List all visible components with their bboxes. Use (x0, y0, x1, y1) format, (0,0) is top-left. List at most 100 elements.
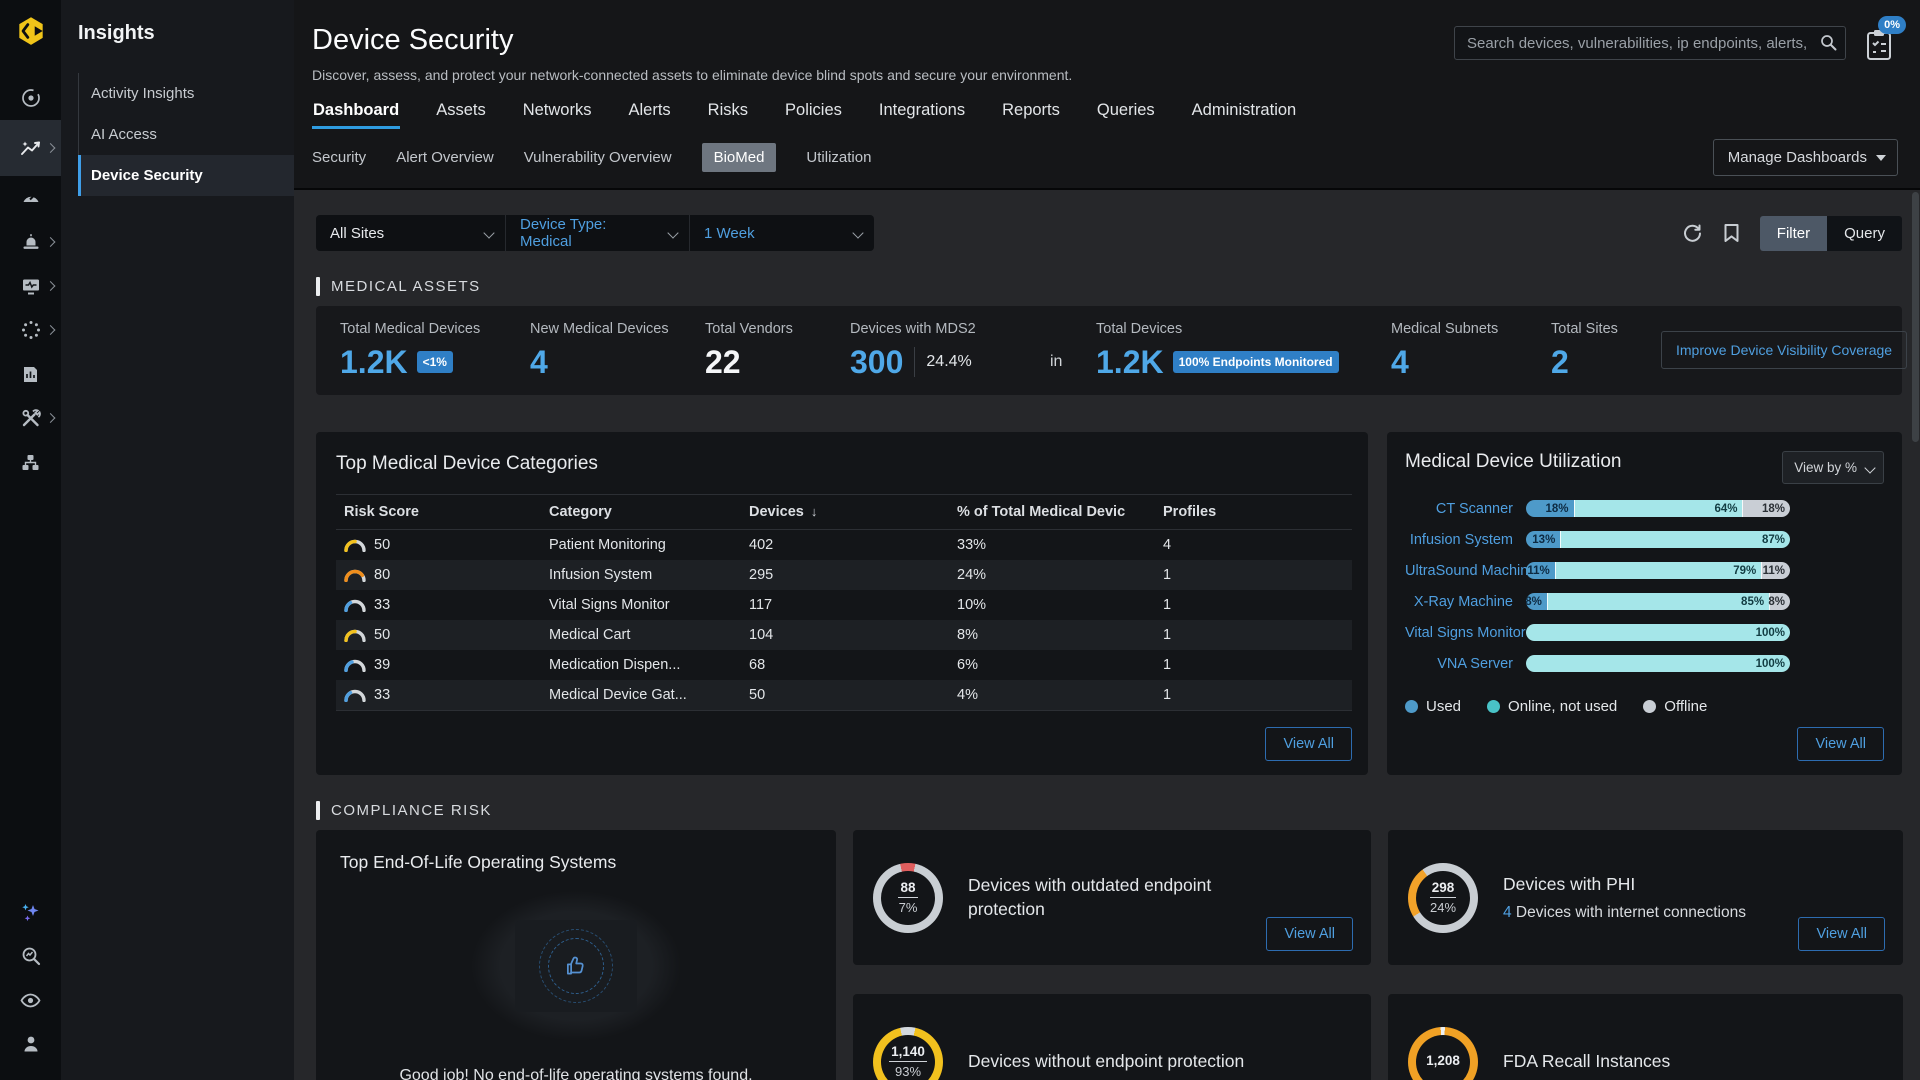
rail-eye-icon[interactable] (0, 978, 61, 1022)
col-profiles[interactable]: Profiles (1155, 495, 1352, 530)
search-input[interactable] (1454, 26, 1846, 60)
tab-risks[interactable]: Risks (707, 101, 749, 129)
col-devices-sorted[interactable]: Devices (741, 495, 949, 530)
subtab-utilization[interactable]: Utilization (806, 149, 871, 166)
risk-gauge-icon (344, 539, 366, 552)
filter-toggle-button[interactable]: Filter (1760, 216, 1827, 251)
rail-insights-icon[interactable] (0, 120, 61, 176)
site-filter-dropdown[interactable]: All Sites (316, 215, 506, 251)
legend-dot-used (1405, 700, 1418, 713)
time-range-dropdown[interactable]: 1 Week (690, 215, 874, 251)
bookmark-button[interactable] (1723, 223, 1740, 243)
medical-assets-section-header: MEDICAL ASSETS (316, 277, 1902, 296)
categories-table: Risk Score Category Devices % of Total M… (336, 494, 1352, 711)
col-risk-score[interactable]: Risk Score (336, 495, 541, 530)
stacked-bar: 11%79%11% (1526, 562, 1790, 579)
utilization-category-ct-scanner[interactable]: CT Scanner (1405, 501, 1526, 517)
devices-with-phi-card: 29824% Devices with PHI 4 Devices with i… (1388, 830, 1903, 965)
filter-row: All Sites Device Type: Medical 1 Week Fi… (316, 215, 1902, 251)
rail-search-trend-icon[interactable] (0, 934, 61, 978)
tab-assets[interactable]: Assets (435, 101, 487, 129)
rail-scope-icon[interactable] (0, 76, 61, 120)
refresh-button[interactable] (1682, 223, 1703, 244)
outdated-endpoint-view-all-button[interactable]: View All (1266, 917, 1353, 951)
rail-tools-icon[interactable] (0, 396, 61, 440)
bookmark-icon (1723, 223, 1740, 243)
card-title: FDA Recall Instances (1503, 1050, 1670, 1074)
category-link[interactable]: Infusion System (541, 560, 741, 590)
section-title: COMPLIANCE RISK (331, 802, 492, 819)
utilization-view-all-button[interactable]: View All (1797, 727, 1884, 761)
sidebar-item-ai-access[interactable]: AI Access (79, 114, 294, 155)
improve-visibility-button[interactable]: Improve Device Visibility Coverage (1661, 331, 1907, 369)
subtab-biomed[interactable]: BioMed (702, 143, 777, 172)
internet-connections-subtitle: 4 Devices with internet connections (1503, 904, 1746, 922)
top-medical-device-categories-card: Top Medical Device Categories Risk Score… (316, 432, 1368, 775)
utilization-legend: Used Online, not used Offline (1405, 698, 1884, 715)
tab-integrations[interactable]: Integrations (878, 101, 966, 129)
scrollbar-thumb[interactable] (1912, 192, 1919, 442)
medical-device-utilization-card: Medical Device Utilization View by % CT … (1387, 432, 1902, 775)
rail-report-icon[interactable] (0, 352, 61, 396)
subtab-security[interactable]: Security (312, 149, 366, 166)
legend-used: Used (1405, 698, 1461, 715)
category-link[interactable]: Vital Signs Monitor (541, 590, 741, 620)
category-link[interactable]: Medical Device Gat... (541, 680, 741, 711)
tab-policies[interactable]: Policies (784, 101, 843, 129)
categories-card-title: Top Medical Device Categories (336, 453, 1352, 475)
col-category[interactable]: Category (541, 495, 741, 530)
sidebar-item-activity-insights[interactable]: Activity Insights (79, 73, 294, 114)
eol-empty-state-message: Good job! No end-of-life operating syste… (340, 1067, 812, 1080)
category-link[interactable]: Medical Cart (541, 620, 741, 650)
tab-alerts[interactable]: Alerts (627, 101, 671, 129)
categories-view-all-button[interactable]: View All (1265, 727, 1352, 761)
utilization-category-ultrasound-machine[interactable]: UltraSound Machine (1405, 563, 1526, 579)
risk-gauge-icon (344, 689, 366, 702)
coverage-checklist-button[interactable]: 0% (1864, 28, 1894, 67)
stacked-bar: 100% (1526, 624, 1790, 641)
icon-rail (0, 0, 61, 1080)
rail-ai-sparkles-icon[interactable] (0, 890, 61, 934)
sidebar-item-device-security[interactable]: Device Security (78, 155, 294, 196)
sidebar-list: Activity Insights AI Access Device Secur… (78, 73, 294, 196)
tab-networks[interactable]: Networks (522, 101, 593, 129)
metric-medical-subnets: Medical Subnets 4 (1391, 321, 1551, 378)
donut-chart: 887% (873, 863, 943, 933)
utilization-category-x-ray-machine[interactable]: X-Ray Machine (1405, 594, 1526, 610)
subtab-alert-overview[interactable]: Alert Overview (396, 149, 494, 166)
phi-view-all-button[interactable]: View All (1798, 917, 1885, 951)
compliance-risk-section-header: COMPLIANCE RISK (316, 801, 1902, 820)
legend-dot-offline (1643, 700, 1656, 713)
rail-monitor-pulse-icon[interactable] (0, 264, 61, 308)
metrics-connector-text: in (1050, 353, 1096, 371)
utilization-category-infusion-system[interactable]: Infusion System (1405, 532, 1526, 548)
trend-badge: <1% (417, 351, 453, 373)
query-toggle-button[interactable]: Query (1827, 216, 1902, 251)
rail-siren-icon[interactable] (0, 220, 61, 264)
rail-dotted-circle-icon[interactable] (0, 308, 61, 352)
tab-reports[interactable]: Reports (1001, 101, 1061, 129)
donut-chart: 1,14093% (873, 1027, 943, 1080)
rail-network-icon[interactable] (0, 440, 61, 484)
manage-dashboards-button[interactable]: Manage Dashboards (1713, 139, 1898, 176)
stacked-bar: 18%64%18% (1526, 500, 1790, 517)
tab-queries[interactable]: Queries (1096, 101, 1156, 129)
table-row: 33 Vital Signs Monitor 117 10% 1 (336, 590, 1352, 620)
device-type-filter-dropdown[interactable]: Device Type: Medical (506, 215, 690, 251)
subtab-vulnerability-overview[interactable]: Vulnerability Overview (524, 149, 672, 166)
utilization-category-vital-signs-monitor[interactable]: Vital Signs Monitor (1405, 625, 1526, 641)
claroty-logo[interactable] (0, 0, 61, 62)
tab-dashboard[interactable]: Dashboard (312, 101, 400, 129)
rail-gauge-icon[interactable] (0, 176, 61, 220)
stacked-bar: 13%87% (1526, 531, 1790, 548)
risk-gauge-icon (344, 599, 366, 612)
view-by-dropdown[interactable]: View by % (1782, 451, 1884, 484)
category-link[interactable]: Patient Monitoring (541, 530, 741, 561)
rail-user-icon[interactable] (0, 1022, 61, 1066)
col-pct-total[interactable]: % of Total Medical Devic (949, 495, 1155, 530)
sidebar-title: Insights (78, 22, 294, 45)
risk-gauge-icon (344, 569, 366, 582)
utilization-category-vna-server[interactable]: VNA Server (1405, 656, 1526, 672)
category-link[interactable]: Medication Dispen... (541, 650, 741, 680)
tab-administration[interactable]: Administration (1191, 101, 1298, 129)
